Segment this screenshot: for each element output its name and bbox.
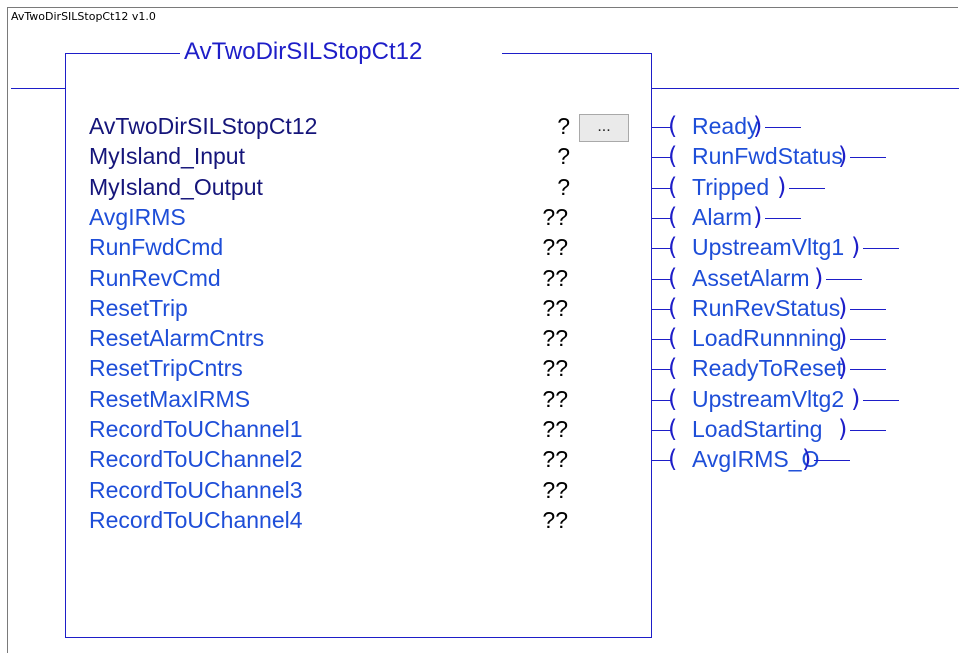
param-value[interactable]: ?? [508,476,568,504]
coil-right-paren-icon: ) [753,203,763,231]
coil-right-paren-icon: ) [802,445,812,473]
param-value[interactable]: ?? [508,354,568,382]
output-coil-label[interactable]: RunFwdStatus [692,142,843,170]
param-value[interactable]: ?? [508,294,568,322]
param-value[interactable]: ?? [508,203,568,231]
coil-wire-out [850,157,886,158]
output-coil-label[interactable]: AssetAlarm [692,264,810,292]
output-coil-label[interactable]: RunRevStatus [692,294,840,322]
coil-left-paren-icon: ( [668,264,678,292]
instruction-version-caption: AvTwoDirSILStopCt12 v1.0 [11,10,156,23]
coil-wire-out [814,460,850,461]
param-name[interactable]: RecordToUChannel3 [89,476,303,504]
coil-right-paren-icon: ) [814,264,824,292]
param-value[interactable]: ? [510,112,570,140]
coil-right-paren-icon: ) [838,142,848,170]
coil-right-paren-icon: ) [851,233,861,261]
coil-wire-out [850,430,886,431]
coil-wire-out [765,127,801,128]
output-coil-label[interactable]: ReadyToReset [692,354,843,382]
param-name[interactable]: ResetAlarmCntrs [89,324,264,352]
output-coil-label[interactable]: Tripped [692,173,769,201]
param-name[interactable]: ResetTrip [89,294,188,322]
coil-right-paren-icon: ) [851,385,861,413]
coil-right-paren-icon: ) [838,354,848,382]
coil-left-paren-icon: ( [668,415,678,443]
coil-wire-out [863,248,899,249]
coil-left-paren-icon: ( [668,294,678,322]
coil-left-paren-icon: ( [668,354,678,382]
coil-left-paren-icon: ( [668,445,678,473]
param-value[interactable]: ?? [508,233,568,261]
output-coil-label[interactable]: AvgIRMS_O [692,445,819,473]
coil-left-paren-icon: ( [668,112,678,140]
coil-right-paren-icon: ) [753,112,763,140]
param-name[interactable]: AvTwoDirSILStopCt12 [89,112,317,140]
param-value[interactable]: ?? [508,324,568,352]
coil-left-paren-icon: ( [668,203,678,231]
param-name[interactable]: RunFwdCmd [89,233,223,261]
param-value[interactable]: ? [510,142,570,170]
param-name[interactable]: ResetMaxIRMS [89,385,250,413]
param-name[interactable]: AvgIRMS [89,203,186,231]
coil-left-paren-icon: ( [668,233,678,261]
param-value[interactable]: ?? [508,385,568,413]
output-coil-label[interactable]: UpstreamVltg1 [692,233,844,261]
rung-wire-left [11,88,65,89]
param-value[interactable]: ?? [508,445,568,473]
browse-button[interactable]: ... [579,114,629,142]
param-name[interactable]: RecordToUChannel4 [89,506,303,534]
coil-left-paren-icon: ( [668,142,678,170]
coil-right-paren-icon: ) [838,415,848,443]
param-value[interactable]: ?? [508,506,568,534]
output-coil-label[interactable]: LoadRunnning [692,324,842,352]
param-value[interactable]: ?? [508,415,568,443]
coil-left-paren-icon: ( [668,385,678,413]
param-name[interactable]: MyIsland_Input [89,142,245,170]
coil-left-paren-icon: ( [668,324,678,352]
param-value[interactable]: ?? [508,264,568,292]
param-value[interactable]: ? [510,173,570,201]
param-name[interactable]: RecordToUChannel2 [89,445,303,473]
coil-wire-out [850,309,886,310]
coil-wire-out [789,188,825,189]
coil-wire-out [863,400,899,401]
output-coil-label[interactable]: LoadStarting [692,415,822,443]
coil-wire-out [826,279,862,280]
coil-right-paren-icon: ) [838,324,848,352]
param-name[interactable]: MyIsland_Output [89,173,263,201]
coil-right-paren-icon: ) [777,173,787,201]
rung-wire-right [652,88,959,89]
coil-wire-out [850,369,886,370]
coil-wire-out [765,218,801,219]
coil-right-paren-icon: ) [838,294,848,322]
output-coil-label[interactable]: Ready [692,112,758,140]
output-coil-label[interactable]: UpstreamVltg2 [692,385,844,413]
param-name[interactable]: RecordToUChannel1 [89,415,303,443]
coil-left-paren-icon: ( [668,173,678,201]
param-name[interactable]: ResetTripCntrs [89,354,243,382]
coil-wire-out [850,339,886,340]
output-coil-label[interactable]: Alarm [692,203,752,231]
block-title: AvTwoDirSILStopCt12 [184,38,423,65]
param-name[interactable]: RunRevCmd [89,264,221,292]
